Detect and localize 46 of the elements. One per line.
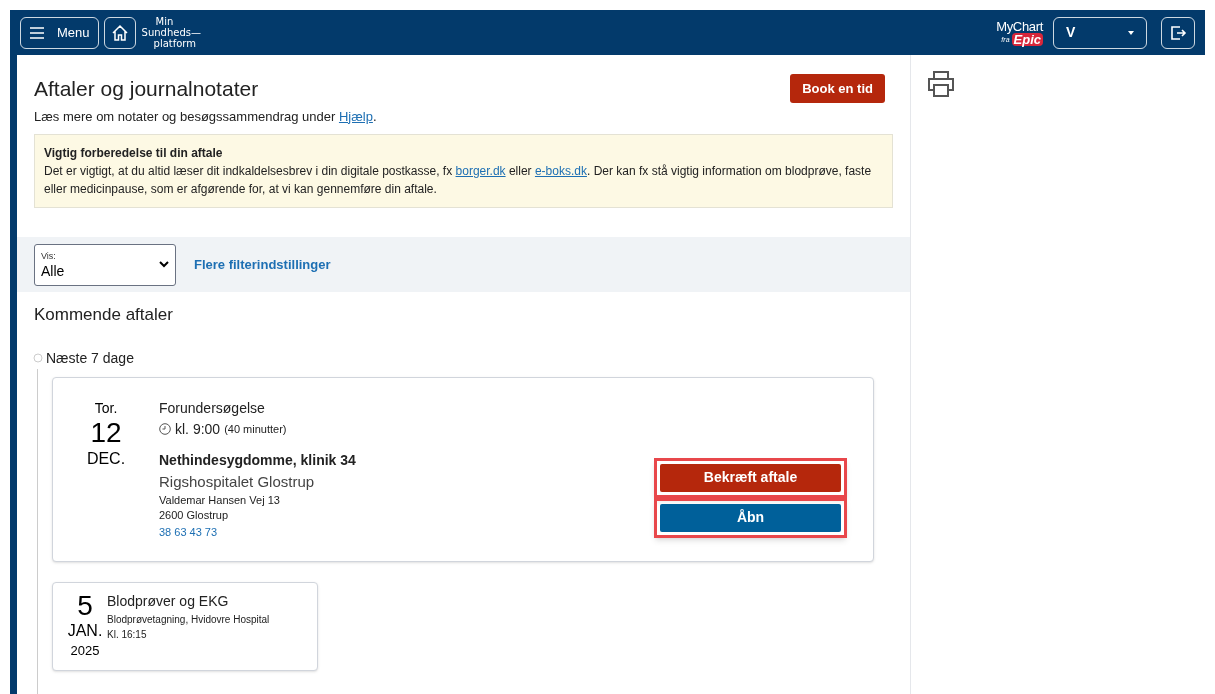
year: 2025	[70, 641, 100, 660]
help-text: Læs mere om notater og besøgssammendrag under Hjælp.	[34, 107, 378, 126]
print-icon[interactable]	[926, 70, 956, 98]
notice-text: Det er vigtigt, at du altid læser dit indkaldelsesbrev i din digitale postkasse, fx borger.dk eller e-boks.dk. Der kan fx stå vigtig information om blodprøve, faste eller medicinpause, som er afgørende for, at vi kan gennemføre din aftale.	[44, 163, 873, 198]
page-title: Aftaler og journalnotater	[34, 76, 259, 102]
logout-icon	[1169, 23, 1187, 42]
home-icon	[110, 23, 129, 42]
appointment-time: Kl. 16:15	[107, 627, 148, 642]
department: Nethindesygdomme, klinik 34	[159, 450, 356, 470]
notice-link[interactable]: e-boks.dk	[534, 164, 587, 178]
timeline-dot-icon	[33, 353, 43, 363]
book-button[interactable]: Book en tid	[790, 74, 885, 103]
caret-icon	[1128, 30, 1134, 35]
site-logo[interactable]: Min Sundheds— platform	[141, 16, 201, 49]
home-button[interactable]	[103, 16, 136, 49]
more-filters-link[interactable]: Flere filterindstillinger	[194, 254, 331, 275]
appointment-time: kl. 9:00	[175, 419, 221, 439]
menu-icon	[29, 25, 45, 40]
logout-button[interactable]	[1161, 16, 1195, 49]
phone-link[interactable]: 38 63 43 73	[159, 523, 356, 541]
duration: (40 minutter)	[224, 421, 287, 437]
view-select[interactable]: Vis: Alle	[34, 243, 176, 286]
address-line: 2600 Glostrup	[159, 508, 230, 523]
notice-title: Vigtig forberedelse til din aftale	[44, 145, 224, 162]
month: DEC.	[86, 448, 126, 469]
account-select[interactable]: V	[1053, 16, 1147, 49]
appointment-card[interactable]: Tor. 12 DEC. Forundersøgelse kl. 9:00 (40 minutter) Nethindesygdomme, klinik 34 Rigshospitalet Glostrup Valdemar Hansen Vej 13 2600 Glostrup 38 63 43 73 Bekræft aftale Åbn	[52, 376, 874, 562]
chevron-icon	[159, 261, 169, 268]
appointment-subtitle: Blodprøvetagning, Hvidovre Hospital	[107, 612, 270, 627]
help-link[interactable]: Hjælp	[338, 108, 373, 124]
notice-link[interactable]: borger.dk	[455, 164, 506, 178]
month: JAN.	[67, 620, 103, 641]
day-number: 5	[77, 590, 93, 621]
group-heading: Næste 7 dage	[46, 348, 134, 368]
clock-icon	[159, 423, 171, 435]
confirm-button[interactable]: Bekræft aftale	[660, 463, 841, 492]
day-number: 12	[90, 418, 122, 447]
appointment-title: Blodprøver og EKG	[107, 591, 230, 611]
weekday: Tor.	[94, 398, 118, 418]
location: Rigshospitalet Glostrup	[159, 471, 316, 492]
appointment-card[interactable]: 5 JAN. 2025 Blodprøver og EKG Blodprøvetagning, Hvidovre Hospital Kl. 16:15	[52, 581, 318, 671]
address-line: Valdemar Hansen Vej 13	[159, 493, 281, 508]
open-button[interactable]: Åbn	[660, 503, 841, 532]
section-heading: Kommende aftaler	[34, 304, 174, 326]
menu-button[interactable]: Menu	[20, 16, 99, 49]
appointment-title: Forundersøgelse	[159, 398, 266, 418]
